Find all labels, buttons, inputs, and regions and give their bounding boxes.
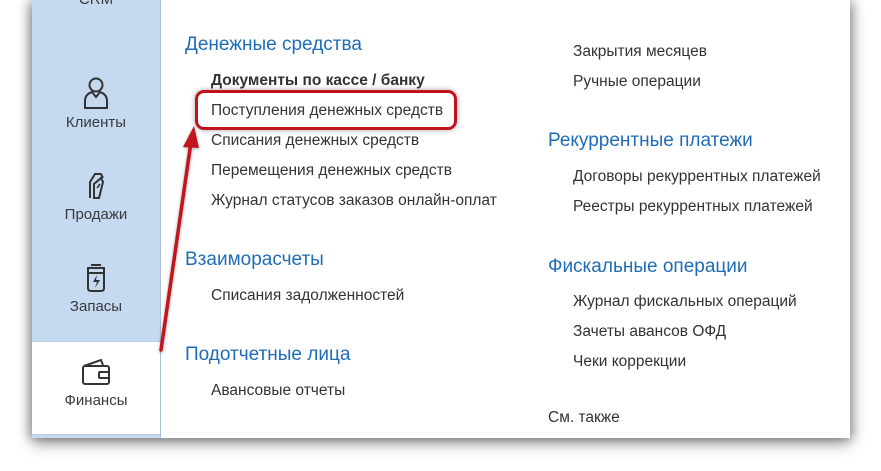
section-money[interactable]: Денежные средства (185, 34, 362, 56)
section-accountable[interactable]: Подотчетные лица (185, 344, 350, 366)
sidebar-item-crm[interactable]: СRM (32, 0, 160, 8)
link-ofd-advances[interactable]: Зачеты авансов ОФД (573, 323, 726, 341)
sales-icon (89, 173, 105, 199)
app-window: СRM Клиенты Продажи Запасы (32, 0, 850, 438)
link-debt-writeoffs[interactable]: Списания задолженностей (211, 287, 404, 305)
link-advance-reports[interactable]: Авансовые отчеты (211, 382, 345, 400)
link-recurrent-registers[interactable]: Реестры рекуррентных платежей (573, 198, 813, 216)
sidebar-item-clients[interactable]: Клиенты (32, 76, 160, 131)
sidebar-item-sales[interactable]: Продажи (32, 168, 160, 223)
link-money-transfers[interactable]: Перемещения денежных средств (211, 162, 452, 180)
wallet-icon (82, 358, 110, 385)
link-cash-bank-docs[interactable]: Документы по кассе / банку (211, 72, 425, 90)
section-fiscal[interactable]: Фискальные операции (548, 256, 748, 278)
sidebar-item-label: Запасы (69, 298, 123, 315)
link-money-writeoffs[interactable]: Списания денежных средств (211, 132, 419, 150)
stock-icon (87, 264, 105, 292)
sidebar: СRM Клиенты Продажи Запасы (32, 0, 161, 438)
link-recurrent-contracts[interactable]: Договоры рекуррентных платежей (573, 168, 821, 186)
sidebar-item-stock[interactable]: Запасы (32, 260, 160, 315)
sidebar-item-label: Клиенты (65, 114, 127, 131)
section-settlements[interactable]: Взаиморасчеты (185, 249, 324, 271)
finance-panel: Денежные средства Документы по кассе / б… (161, 0, 850, 438)
link-fiscal-log[interactable]: Журнал фискальных операций (573, 293, 797, 311)
sidebar-item-label: Финансы (64, 392, 128, 409)
link-manual-operations[interactable]: Ручные операции (573, 73, 701, 91)
sidebar-item-label: Продажи (64, 206, 128, 223)
link-online-payment-log[interactable]: Журнал статусов заказов онлайн-оплат (211, 192, 497, 210)
person-icon (84, 77, 108, 109)
sidebar-item-finance[interactable]: Финансы (32, 341, 160, 435)
highlight-box (195, 90, 457, 130)
link-see-also[interactable]: См. также (548, 409, 620, 427)
link-correction-receipts[interactable]: Чеки коррекции (573, 353, 686, 371)
section-recurrent[interactable]: Рекуррентные платежи (548, 130, 753, 152)
link-month-closing[interactable]: Закрытия месяцев (573, 43, 707, 61)
